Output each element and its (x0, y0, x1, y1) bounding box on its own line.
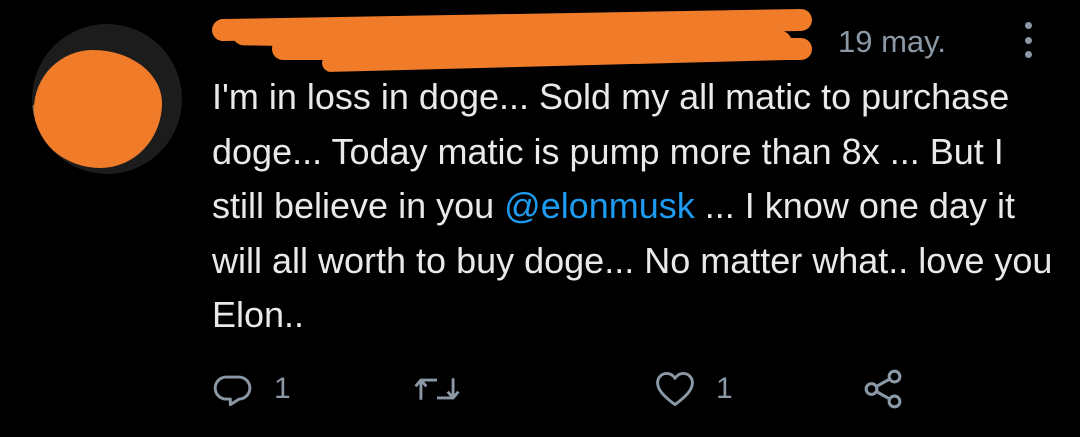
mention-link[interactable]: @elonmusk (504, 185, 695, 226)
share-button[interactable] (860, 366, 906, 412)
like-button[interactable]: 1 (652, 366, 733, 412)
tweet-actions: 1 1 (212, 366, 932, 412)
tweet-header: 19 may. (211, 8, 1052, 73)
heart-icon (656, 371, 694, 407)
username-redaction-scribble (211, 8, 813, 73)
tweet[interactable]: 19 may. I'm in loss in doge... Sold my a… (0, 0, 1080, 437)
avatar[interactable] (32, 24, 182, 174)
avatar-redaction-scribble (34, 50, 162, 168)
tweet-date: 19 may. (838, 24, 946, 59)
retweet-button[interactable] (412, 366, 480, 412)
tweet-text: I'm in loss in doge... Sold my all matic… (212, 70, 1062, 343)
reply-count: 1 (274, 372, 291, 405)
reply-icon (213, 375, 252, 407)
more-options-icon[interactable] (1018, 22, 1038, 58)
share-icon (864, 369, 902, 409)
reply-button[interactable]: 1 (212, 366, 291, 412)
retweet-icon (414, 378, 460, 400)
like-count: 1 (716, 372, 733, 405)
